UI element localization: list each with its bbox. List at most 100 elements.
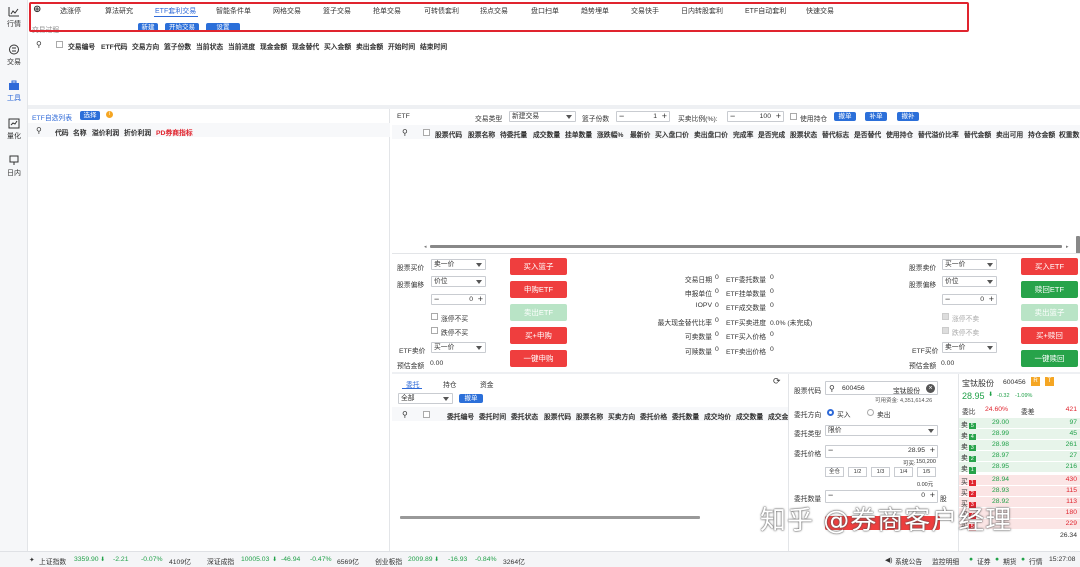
amount-value: 0.00元: [917, 482, 934, 488]
notice-link[interactable]: 系统公告: [895, 556, 922, 566]
offset-stepper[interactable]: − 0 +: [942, 294, 997, 305]
minus-icon[interactable]: −: [945, 295, 950, 304]
limit-up-checkbox[interactable]: [431, 313, 438, 320]
quant-icon: [8, 118, 20, 129]
nav-item-trade[interactable]: 交易: [0, 44, 28, 67]
monitor-link[interactable]: 监控明细: [932, 556, 959, 566]
search-icon[interactable]: ⚲: [36, 126, 42, 135]
minus-icon[interactable]: −: [828, 446, 833, 455]
order-book-sell-row[interactable]: 卖 3 28.98 261: [959, 440, 1080, 452]
order-book-sell-row[interactable]: 卖 4 28.99 45: [959, 429, 1080, 441]
use-position-checkbox[interactable]: [790, 113, 797, 120]
replenish-button[interactable]: 撤补: [897, 112, 919, 121]
redeem-etf-button[interactable]: 赎回ETF: [1021, 281, 1078, 298]
col-header: 替代溢价比率: [918, 132, 959, 139]
plus-icon[interactable]: +: [776, 112, 781, 121]
info-key: ETF成交数量: [726, 305, 767, 312]
order-book-sell-row[interactable]: 卖 1 28.95 216: [959, 462, 1080, 474]
cancel-order-button[interactable]: 撤单: [834, 112, 856, 121]
fraction-third[interactable]: 1/3: [871, 467, 890, 477]
etf-buy-select[interactable]: 卖一价: [942, 342, 997, 353]
offset-select[interactable]: 价位: [431, 276, 486, 287]
sell-radio[interactable]: [867, 409, 874, 416]
search-icon[interactable]: ⚲: [402, 410, 408, 419]
select-all-checkbox[interactable]: [56, 41, 63, 48]
buy-radio[interactable]: [827, 409, 834, 416]
offset-select[interactable]: 价位: [942, 276, 997, 287]
limit-down-checkbox[interactable]: [431, 327, 438, 334]
buy-redeem-button[interactable]: 买+赎回: [1021, 327, 1078, 344]
order-book-sell-row[interactable]: 卖 5 29.00 97: [959, 418, 1080, 430]
minus-icon[interactable]: −: [434, 295, 439, 304]
speaker-icon[interactable]: ◀): [885, 556, 893, 564]
select-all-checkbox[interactable]: [423, 129, 430, 136]
order-book-buy-row[interactable]: 买 2 28.93 115: [959, 486, 1080, 498]
buy-price-select[interactable]: 卖一价: [431, 259, 486, 270]
side-drawer-handle[interactable]: [1076, 236, 1080, 254]
plus-icon[interactable]: +: [478, 295, 483, 304]
order-book-buy-row[interactable]: 买 1 28.94 430: [959, 475, 1080, 487]
order-filter-select[interactable]: 全部: [398, 393, 453, 404]
plus-icon[interactable]: +: [930, 446, 935, 455]
buy-etf-button[interactable]: 买入ETF: [1021, 258, 1078, 275]
sell-price-select[interactable]: 买一价: [942, 259, 997, 270]
horizontal-scrollbar[interactable]: [400, 516, 700, 519]
scroll-right-icon[interactable]: ▸: [1066, 244, 1069, 250]
order-type-select[interactable]: 限价: [825, 425, 938, 436]
refresh-icon[interactable]: ⟳: [773, 376, 781, 387]
tab-funds[interactable]: 资金: [480, 379, 494, 389]
trade-type-select[interactable]: 新建交易: [509, 111, 576, 122]
select-button[interactable]: 选择: [80, 111, 100, 120]
subscribe-etf-button[interactable]: 申购ETF: [510, 281, 567, 298]
fraction-fifth[interactable]: 1/5: [917, 467, 936, 477]
order-book-sell-row[interactable]: 卖 2 28.97 27: [959, 451, 1080, 463]
fraction-full[interactable]: 全仓: [825, 467, 844, 477]
ratio-stepper[interactable]: − 100 +: [727, 111, 784, 122]
limit-down-checkbox[interactable]: [942, 327, 949, 334]
info-icon[interactable]: i: [106, 111, 113, 118]
plus-icon[interactable]: +: [930, 491, 935, 500]
offset-stepper[interactable]: − 0 +: [431, 294, 486, 305]
last-value: 26.34: [1059, 532, 1077, 539]
info-value: 0: [770, 302, 774, 309]
minus-icon[interactable]: −: [828, 491, 833, 500]
plus-icon[interactable]: +: [662, 112, 667, 121]
nav-item-quant[interactable]: 量化: [0, 118, 28, 141]
sell-etf-button[interactable]: 卖出ETF: [510, 304, 567, 321]
scroll-left-icon[interactable]: ◂: [424, 244, 427, 250]
col-header: 委托编号: [447, 414, 475, 421]
search-icon[interactable]: ⚲: [402, 128, 408, 137]
code-label: 股票代码: [794, 388, 822, 395]
horizontal-scrollbar[interactable]: [430, 245, 1062, 248]
price-stepper[interactable]: − 28.95 +: [825, 445, 938, 458]
buy-basket-button[interactable]: 买入篮子: [510, 258, 567, 275]
direction-label: 委托方向: [794, 412, 822, 419]
nav-item-intraday[interactable]: 日内: [0, 155, 28, 178]
tab-positions[interactable]: 持仓: [443, 379, 457, 389]
fraction-half[interactable]: 1/2: [848, 467, 867, 477]
basket-stepper[interactable]: − 1 +: [616, 111, 670, 122]
select-all-checkbox[interactable]: [423, 411, 430, 418]
one-click-redeem-button[interactable]: 一键赎回: [1021, 350, 1078, 367]
search-icon[interactable]: ⚲: [36, 40, 42, 49]
etf-sell-select[interactable]: 买一价: [431, 342, 486, 353]
plus-icon[interactable]: +: [989, 295, 994, 304]
side-label: 卖: [961, 455, 968, 462]
cancel-order-button[interactable]: 撤单: [459, 394, 483, 403]
fraction-quarter[interactable]: 1/4: [894, 467, 913, 477]
limit-up-checkbox[interactable]: [942, 313, 949, 320]
buy-subscribe-button[interactable]: 买+申购: [510, 327, 567, 344]
pin-icon[interactable]: ✦: [29, 556, 35, 564]
stock-code-input[interactable]: ⚲ 600456 宝钛股份 ×: [825, 381, 938, 395]
one-click-subscribe-button[interactable]: 一键申购: [510, 350, 567, 367]
minus-icon[interactable]: −: [730, 112, 735, 121]
est-label: 预估金额: [909, 363, 937, 370]
clear-icon[interactable]: ×: [926, 384, 935, 393]
minus-icon[interactable]: −: [619, 112, 624, 121]
fill-order-button[interactable]: 补单: [865, 112, 887, 121]
nav-item-tools[interactable]: 工具: [0, 80, 28, 103]
info-value: 0: [770, 288, 774, 295]
nav-item-quotes[interactable]: 行情: [0, 6, 28, 29]
sell-basket-button[interactable]: 卖出篮子: [1021, 304, 1078, 321]
info-key: ETF委托数量: [726, 277, 767, 284]
